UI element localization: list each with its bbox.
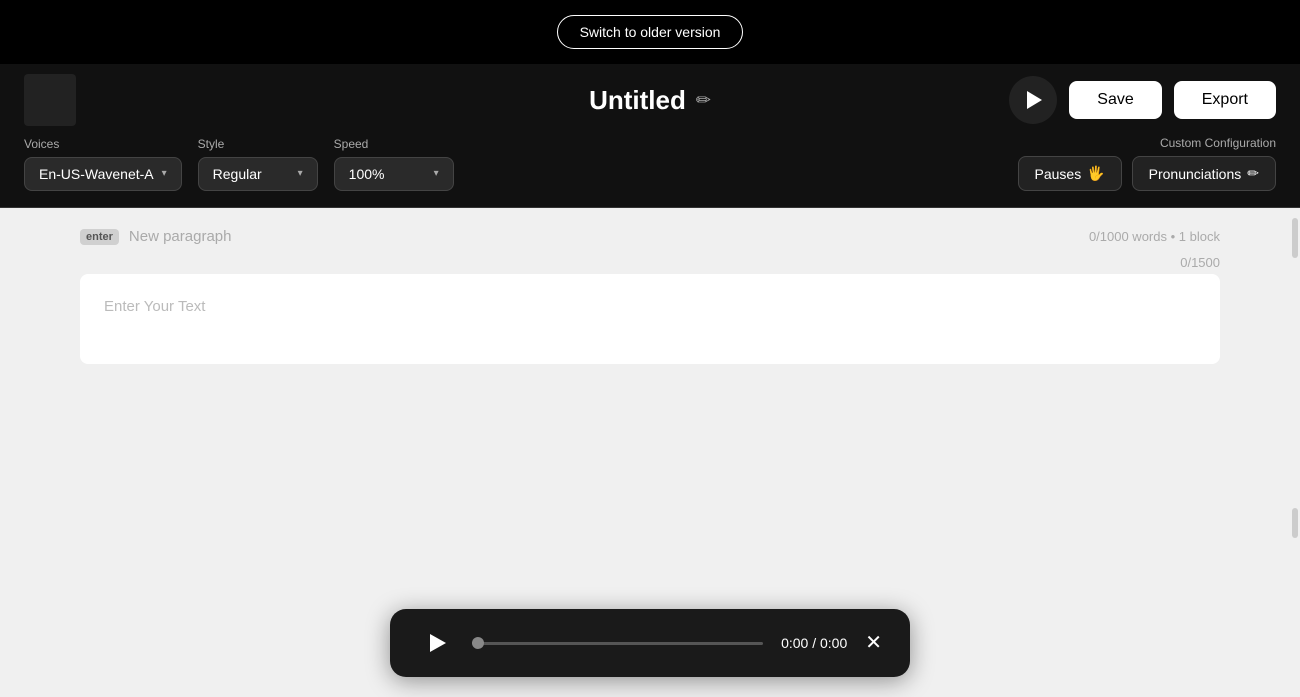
- header-right: Save Export: [1009, 76, 1276, 124]
- player-play-button[interactable]: [418, 625, 454, 661]
- pronunciations-label: Pronunciations: [1149, 166, 1242, 182]
- style-value: Regular: [213, 166, 262, 182]
- toolbar-right-buttons: Pauses 🖐 Pronunciations ✏: [1018, 156, 1277, 191]
- scrollbar-thumb: [1292, 218, 1298, 258]
- pauses-button[interactable]: Pauses 🖐: [1018, 156, 1122, 191]
- export-button[interactable]: Export: [1174, 81, 1276, 119]
- save-button[interactable]: Save: [1069, 81, 1161, 119]
- word-count: 0/1000 words • 1 block: [1089, 229, 1220, 244]
- pronunciations-button[interactable]: Pronunciations ✏: [1132, 156, 1276, 191]
- voices-chevron-icon: ▾: [162, 168, 167, 179]
- enter-badge: enter: [80, 229, 119, 245]
- player-play-icon: [430, 634, 446, 652]
- edit-title-icon[interactable]: ✏: [696, 90, 711, 111]
- word-count-separator: •: [1171, 229, 1179, 244]
- paragraph-row: enter New paragraph 0/1000 words • 1 blo…: [0, 228, 1300, 245]
- time-display: 0:00 / 0:00: [781, 635, 847, 651]
- project-title: Untitled: [589, 85, 686, 116]
- play-icon: [1027, 91, 1042, 109]
- style-label: Style: [198, 137, 318, 151]
- player-close-button[interactable]: ✕: [865, 633, 882, 653]
- pauses-label: Pauses: [1035, 166, 1082, 182]
- text-block-container: 0/1500: [80, 255, 1220, 369]
- custom-config-label: Custom Configuration: [1160, 136, 1276, 150]
- toolbar: Voices En-US-Wavenet-A ▾ Style Regular ▾…: [0, 136, 1300, 208]
- progress-thumb: [472, 637, 484, 649]
- header-center: Untitled ✏: [589, 85, 711, 116]
- scrollbar-thumb-2: [1292, 508, 1298, 538]
- play-button-header[interactable]: [1009, 76, 1057, 124]
- header-left: [24, 74, 76, 126]
- voices-group: Voices En-US-Wavenet-A ▾: [24, 137, 182, 191]
- word-count-text: 0/1000 words: [1089, 229, 1167, 244]
- time-separator: /: [812, 635, 816, 651]
- block-count-text: 1 block: [1179, 229, 1220, 244]
- paragraph-left: enter New paragraph: [80, 228, 231, 245]
- progress-track[interactable]: [472, 642, 763, 645]
- progress-bar-wrapper[interactable]: [472, 642, 763, 645]
- speed-group: Speed 100% ▾: [334, 137, 454, 191]
- voices-value: En-US-Wavenet-A: [39, 166, 154, 182]
- text-input[interactable]: [80, 274, 1220, 364]
- new-paragraph-placeholder: New paragraph: [129, 228, 232, 245]
- voices-select[interactable]: En-US-Wavenet-A ▾: [24, 157, 182, 191]
- top-banner: Switch to older version: [0, 0, 1300, 64]
- main-content: enter New paragraph 0/1000 words • 1 blo…: [0, 208, 1300, 668]
- speed-select[interactable]: 100% ▾: [334, 157, 454, 191]
- style-chevron-icon: ▾: [298, 168, 303, 179]
- total-time: 0:00: [820, 635, 847, 651]
- scrollbar-track: [1290, 208, 1300, 668]
- speed-chevron-icon: ▾: [434, 168, 439, 179]
- style-group: Style Regular ▾: [198, 137, 318, 191]
- current-time: 0:00: [781, 635, 808, 651]
- style-select[interactable]: Regular ▾: [198, 157, 318, 191]
- logo-box: [24, 74, 76, 126]
- switch-version-button[interactable]: Switch to older version: [557, 15, 744, 49]
- pronunciations-icon: ✏: [1247, 165, 1259, 182]
- voices-label: Voices: [24, 137, 182, 151]
- audio-player: 0:00 / 0:00 ✕: [390, 609, 910, 677]
- char-count: 0/1500: [80, 255, 1220, 270]
- toolbar-right: Custom Configuration Pauses 🖐 Pronunciat…: [1018, 136, 1277, 191]
- toolbar-left: Voices En-US-Wavenet-A ▾ Style Regular ▾…: [24, 137, 454, 191]
- speed-value: 100%: [349, 166, 385, 182]
- pauses-icon: 🖐: [1087, 165, 1104, 182]
- speed-label: Speed: [334, 137, 454, 151]
- header: Untitled ✏ Save Export: [0, 64, 1300, 136]
